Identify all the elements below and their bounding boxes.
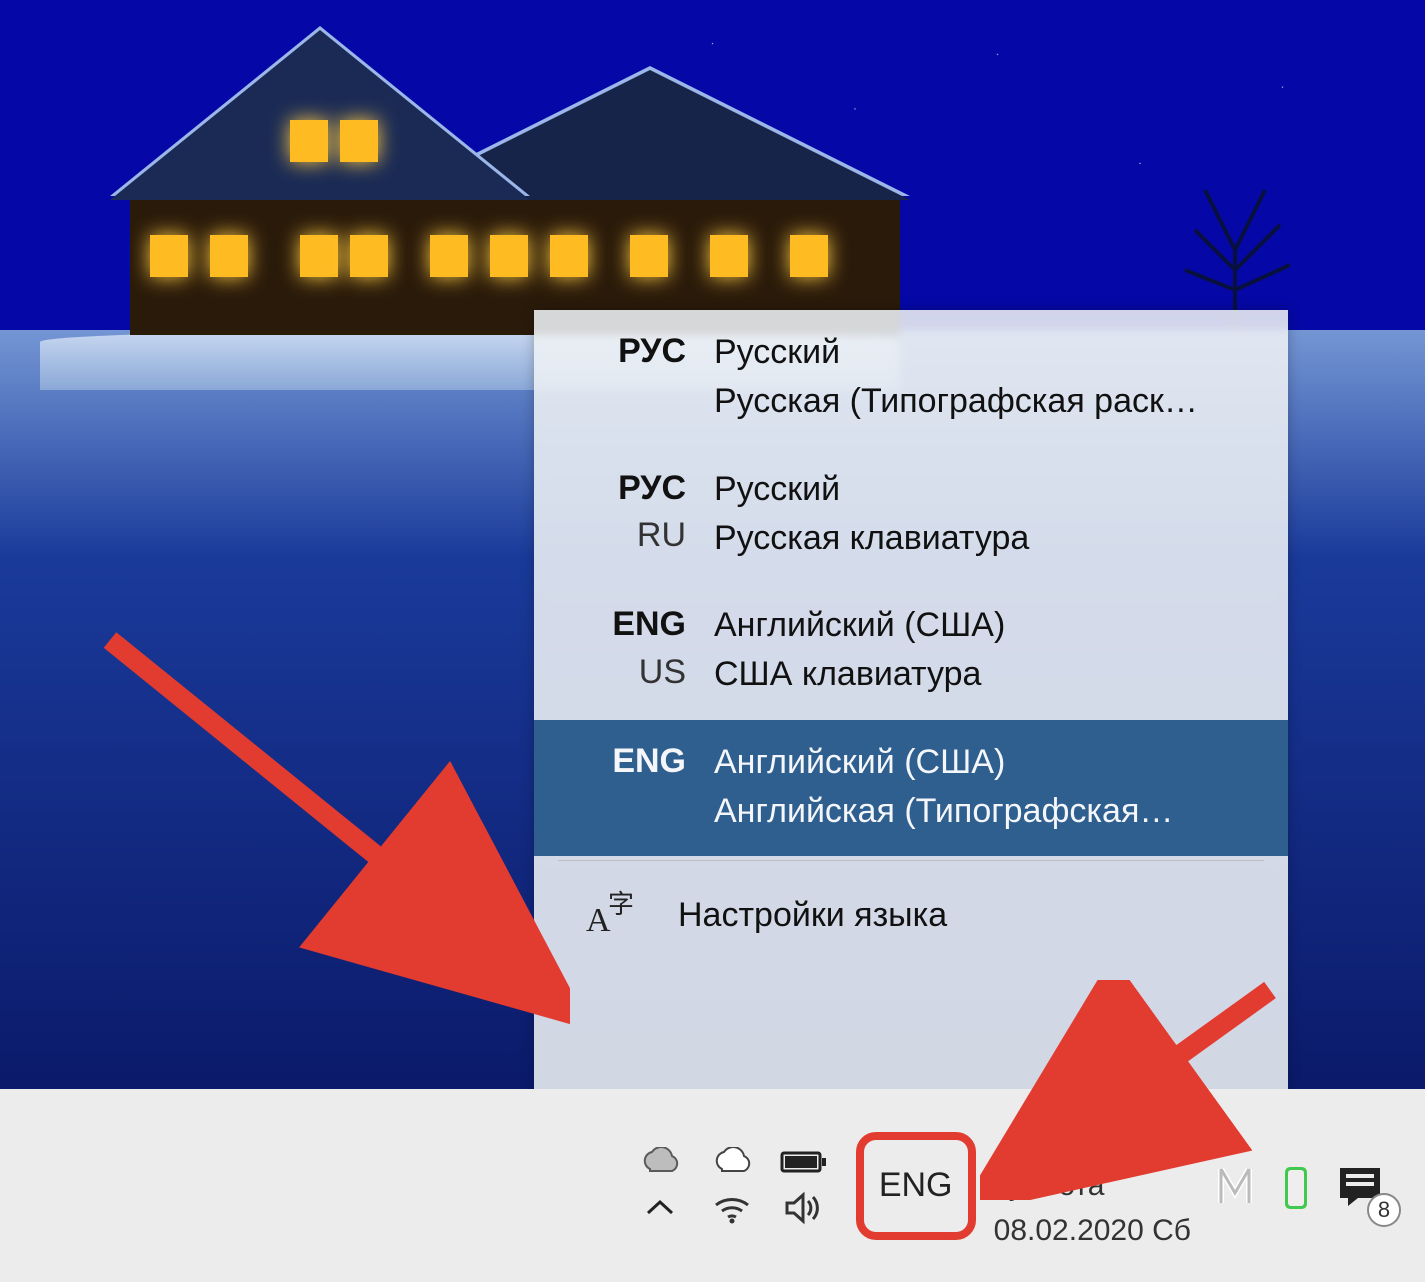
taskbar-date: 08.02.2020 Сб: [994, 1208, 1191, 1253]
language-settings-icon: A 字: [578, 887, 642, 943]
notification-badge: 8: [1367, 1193, 1401, 1227]
speaker-icon[interactable]: [768, 1191, 840, 1225]
svg-text:字: 字: [608, 890, 634, 919]
language-name: Русский: [714, 328, 1268, 377]
taskbar-time: 8:08: [1063, 1118, 1121, 1163]
taskbar-dayname: суббота: [994, 1163, 1105, 1208]
language-settings-item[interactable]: A 字 Настройки языка: [534, 861, 1288, 969]
wifi-icon[interactable]: [696, 1191, 768, 1225]
battery-vertical-icon: [1281, 1159, 1311, 1213]
language-settings-label: Настройки языка: [678, 896, 947, 935]
language-item-eng-us[interactable]: ENG US Английский (США) США клавиатура: [534, 583, 1288, 720]
layout-name: Русская (Типографская раск…: [714, 377, 1268, 426]
language-name: Английский (США): [714, 738, 1268, 787]
language-subcode: RU: [637, 512, 686, 560]
battery-icon[interactable]: [768, 1147, 840, 1177]
language-code: РУС: [618, 465, 686, 513]
wallpaper-house: [40, 30, 900, 350]
action-center-button[interactable]: 8: [1325, 1151, 1395, 1221]
language-name: Русский: [714, 465, 1268, 514]
layout-name: Английская (Типографская…: [714, 787, 1268, 836]
language-item-rus-typographic[interactable]: РУС Русский Русская (Типографская раск…: [534, 310, 1288, 447]
layout-name: США клавиатура: [714, 650, 1268, 699]
language-code: ENG: [612, 601, 686, 649]
language-item-eng-typographic[interactable]: ENG Английский (США) Английская (Типогра…: [534, 720, 1288, 857]
language-code: РУС: [618, 328, 686, 376]
ime-indicator[interactable]: [1201, 1159, 1325, 1213]
taskbar: ENG 8:08 суббота 08.02.2020 Сб: [0, 1089, 1425, 1282]
layout-name: Русская клавиатура: [714, 514, 1268, 563]
language-switcher-flyout: РУС Русский Русская (Типографская раск… …: [534, 310, 1288, 1089]
language-code: ENG: [612, 738, 686, 786]
clock-date-area[interactable]: 8:08 суббота 08.02.2020 Сб: [984, 1118, 1201, 1253]
language-name: Английский (США): [714, 601, 1268, 650]
im-icon: [1215, 1159, 1273, 1213]
language-indicator-label: ENG: [879, 1166, 953, 1205]
chevron-up-icon[interactable]: [624, 1191, 696, 1225]
language-item-rus-ru[interactable]: РУС RU Русский Русская клавиатура: [534, 447, 1288, 584]
onedrive-gray-icon[interactable]: [624, 1147, 696, 1177]
language-subcode: US: [639, 649, 686, 697]
wallpaper-tree: [1165, 130, 1305, 330]
onedrive-icon[interactable]: [696, 1147, 768, 1177]
language-indicator[interactable]: ENG: [856, 1132, 976, 1240]
